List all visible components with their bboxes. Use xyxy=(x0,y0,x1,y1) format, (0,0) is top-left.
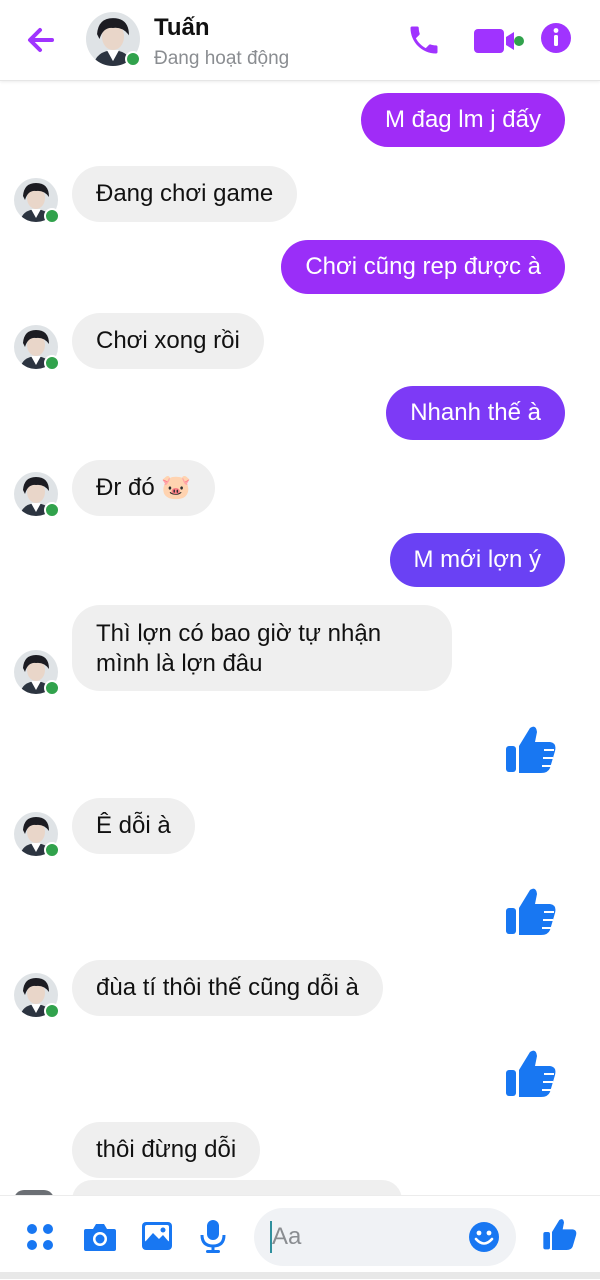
emoji-icon[interactable] xyxy=(468,1221,500,1258)
video-camera-icon[interactable] xyxy=(472,26,528,61)
online-indicator xyxy=(44,208,60,224)
received-message[interactable]: Đr đó 🐷 xyxy=(72,460,216,516)
system-nav-bar xyxy=(0,1272,600,1279)
contact-name: Tuấn xyxy=(154,14,210,41)
message-text: Ê dỗi à xyxy=(96,812,171,839)
message-text: M đag lm j đấy xyxy=(384,106,541,133)
message-text: Nhanh thế à xyxy=(410,399,541,426)
info-icon[interactable] xyxy=(540,22,572,59)
composer-bar: Aa xyxy=(0,1195,600,1280)
received-message[interactable]: đùa tí thôi thế cũng dỗi à xyxy=(72,960,383,1016)
like-icon[interactable] xyxy=(542,1216,578,1257)
contact-avatar-small[interactable] xyxy=(14,812,60,858)
message-placeholder: Aa xyxy=(272,1223,302,1250)
active-status: Đang hoạt động xyxy=(154,48,290,69)
contact-avatar-small[interactable] xyxy=(14,178,60,224)
message-text: Đang chơi game xyxy=(96,180,274,207)
received-message[interactable]: thôi đừng dỗi xyxy=(72,1122,261,1178)
message-text: Thì lợn có bao giờ tự nhận mình là lợn đ… xyxy=(96,620,382,677)
sent-message[interactable]: Nhanh thế à xyxy=(386,386,565,440)
online-indicator xyxy=(125,51,141,67)
like-icon[interactable] xyxy=(504,722,558,776)
message-text: M mới lợn ý xyxy=(413,546,541,573)
sent-message[interactable]: Chơi cũng rep được à xyxy=(281,240,565,294)
contact-avatar[interactable] xyxy=(86,12,141,67)
message-input[interactable]: Aa xyxy=(254,1208,516,1266)
online-indicator xyxy=(44,680,60,696)
received-message[interactable]: Chơi xong rồi xyxy=(72,313,264,369)
contact-avatar-small[interactable] xyxy=(14,325,60,371)
message-text: Chơi cũng rep được à xyxy=(305,253,541,280)
online-indicator xyxy=(44,842,60,858)
like-icon[interactable] xyxy=(504,884,558,938)
online-indicator xyxy=(44,1003,60,1019)
apps-icon[interactable] xyxy=(24,1221,58,1260)
image-icon[interactable] xyxy=(140,1220,174,1257)
online-indicator xyxy=(44,502,60,518)
message-text: thôi đừng dỗi xyxy=(96,1136,237,1163)
contact-avatar-small[interactable] xyxy=(14,973,60,1019)
received-message[interactable]: Ê dỗi à xyxy=(72,798,195,854)
phone-icon[interactable] xyxy=(406,22,442,63)
message-text: đùa tí thôi thế cũng dỗi à xyxy=(96,974,359,1001)
contact-avatar-small[interactable] xyxy=(14,650,60,696)
back-arrow-icon[interactable] xyxy=(22,22,62,58)
message-text: Đr đó 🐷 xyxy=(96,474,192,501)
chat-header: Tuấn Đang hoạt động xyxy=(0,0,600,81)
received-message[interactable]: Thì lợn có bao giờ tự nhận mình là lợn đ… xyxy=(72,605,452,691)
like-icon[interactable] xyxy=(504,1046,558,1100)
microphone-icon[interactable] xyxy=(198,1218,228,1259)
received-message[interactable]: Đang chơi game xyxy=(72,166,298,222)
contact-avatar-small[interactable] xyxy=(14,472,60,518)
message-text: Chơi xong rồi xyxy=(96,327,240,354)
online-indicator xyxy=(44,355,60,371)
sent-message[interactable]: M đag lm j đấy xyxy=(360,93,565,147)
sent-message[interactable]: M mới lợn ý xyxy=(389,533,565,587)
camera-icon[interactable] xyxy=(82,1220,118,1259)
